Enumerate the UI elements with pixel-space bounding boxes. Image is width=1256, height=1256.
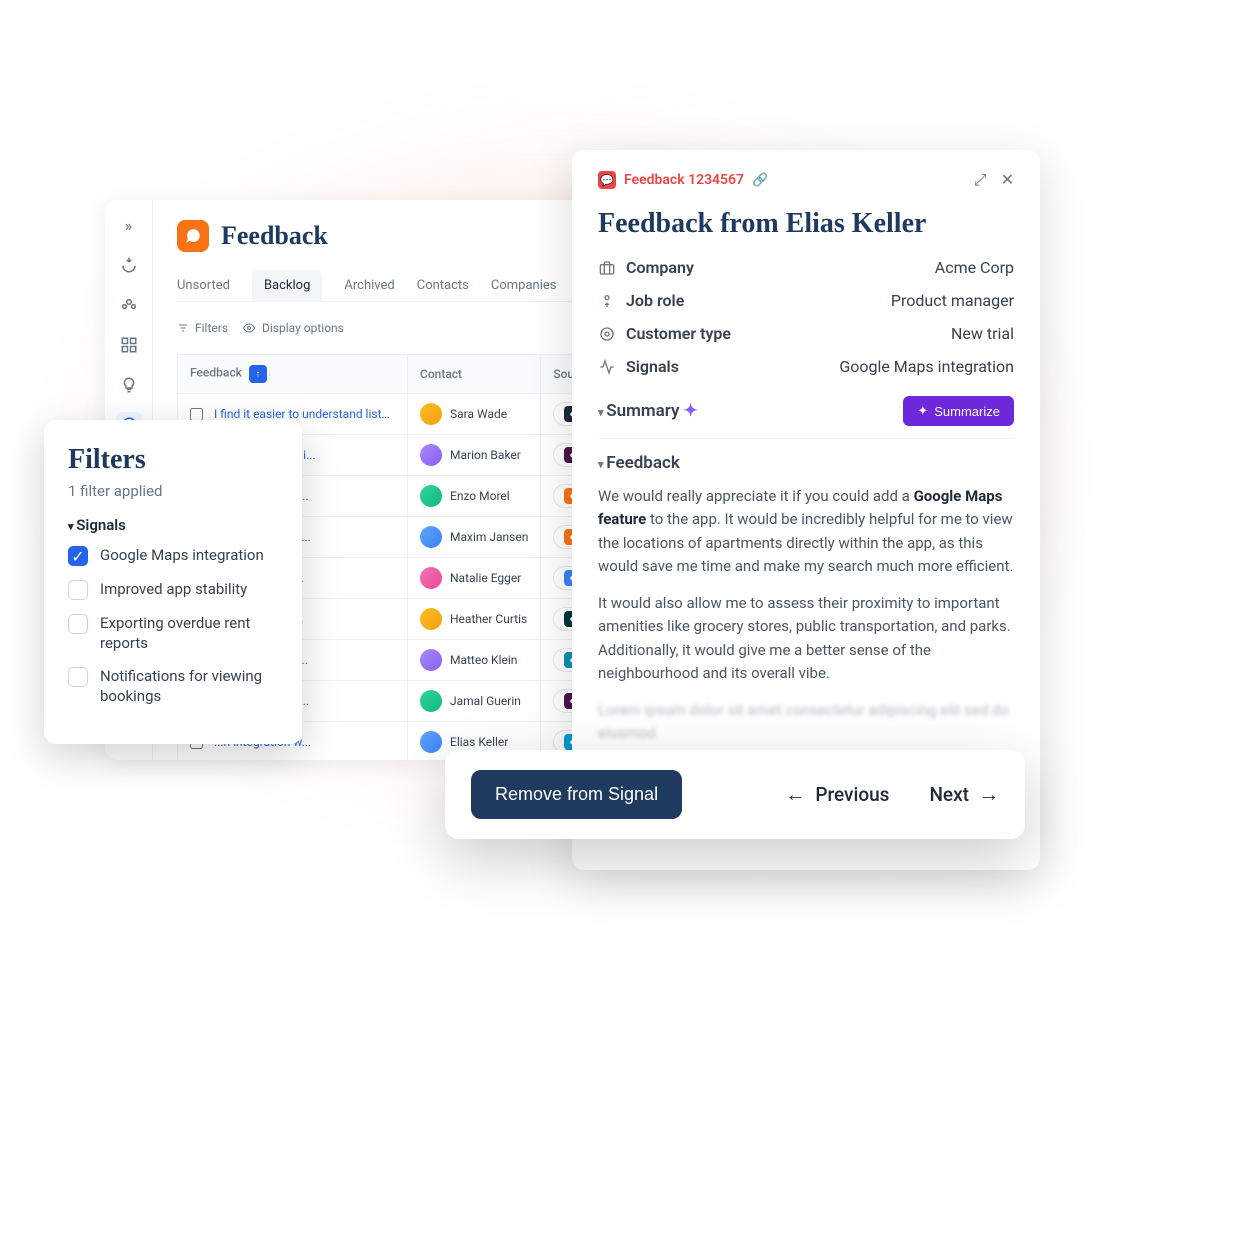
- filters-popup: Filters 1 filter applied Signals ✓ Google…: [44, 420, 302, 744]
- summary-section[interactable]: Summary✦: [598, 401, 698, 421]
- filter-item[interactable]: Exporting overdue rent reports: [68, 614, 278, 653]
- company-value: Acme Corp: [935, 258, 1014, 277]
- action-bar: Remove from Signal ← Previous Next →: [445, 750, 1025, 839]
- briefcase-icon: [598, 260, 616, 276]
- sort-desc-icon[interactable]: ↓: [267, 365, 273, 383]
- tab-archived[interactable]: Archived: [344, 270, 394, 301]
- summarize-button[interactable]: ✦Summarize: [903, 396, 1014, 426]
- signals-value: Google Maps integration: [839, 357, 1014, 376]
- filter-section-signals[interactable]: Signals: [68, 516, 278, 534]
- col-contact[interactable]: Contact: [408, 355, 541, 394]
- app-logo-icon: [177, 220, 209, 252]
- feedback-badge-icon: 💬: [598, 171, 616, 189]
- people-icon[interactable]: [116, 292, 142, 318]
- checkbox[interactable]: [68, 580, 88, 600]
- avatar: [420, 608, 442, 630]
- checkbox[interactable]: [68, 667, 88, 687]
- contact-name: Elias Keller: [450, 735, 508, 749]
- page-title: Feedback: [221, 221, 328, 251]
- col-feedback[interactable]: Feedback: [190, 366, 242, 380]
- idea-icon[interactable]: [116, 372, 142, 398]
- avatar: [420, 690, 442, 712]
- feedback-section[interactable]: Feedback: [598, 453, 1014, 473]
- feedback-badge[interactable]: 💬 Feedback 1234567 🔗: [598, 171, 768, 189]
- filter-label: Exporting overdue rent reports: [100, 614, 278, 653]
- person-icon: [598, 293, 616, 309]
- filter-item[interactable]: Notifications for viewing bookings: [68, 667, 278, 706]
- avatar: [420, 649, 442, 671]
- sort-asc-icon[interactable]: ↑: [249, 365, 267, 383]
- arrow-right-icon: →: [979, 782, 999, 807]
- collapse-icon[interactable]: »: [116, 212, 142, 238]
- remove-from-signal-button[interactable]: Remove from Signal: [471, 770, 682, 819]
- feedback-link[interactable]: I find it easier to understand listed in…: [214, 407, 408, 421]
- next-button[interactable]: Next →: [929, 782, 999, 807]
- display-options-button[interactable]: Display options: [242, 321, 344, 335]
- checkbox[interactable]: ✓: [68, 546, 88, 566]
- arrow-left-icon: ←: [785, 782, 805, 807]
- tab-unsorted[interactable]: Unsorted: [177, 270, 230, 301]
- filter-label: Notifications for viewing bookings: [100, 667, 278, 706]
- avatar: [420, 403, 442, 425]
- contact-name: Natalie Egger: [450, 571, 521, 585]
- contact-name: Sara Wade: [450, 407, 507, 421]
- link-icon[interactable]: 🔗: [752, 173, 768, 188]
- filter-label: Google Maps integration: [100, 546, 264, 566]
- avatar: [420, 444, 442, 466]
- feedback-body: We would really appreciate it if you cou…: [598, 485, 1014, 746]
- tab-backlog[interactable]: Backlog: [252, 270, 322, 302]
- filters-subtitle: 1 filter applied: [68, 482, 278, 500]
- tag-icon: [598, 326, 616, 342]
- detail-title: Feedback from Elias Keller: [598, 208, 1014, 240]
- role-value: Product manager: [891, 291, 1014, 310]
- activity-icon: [598, 359, 616, 375]
- filters-title: Filters: [68, 444, 278, 476]
- contact-name: Enzo Morel: [450, 489, 510, 503]
- contact-name: Matteo Klein: [450, 653, 517, 667]
- avatar: [420, 526, 442, 548]
- tab-companies[interactable]: Companies: [491, 270, 557, 301]
- expand-icon[interactable]: ⤢: [974, 170, 987, 190]
- filter-item[interactable]: Improved app stability: [68, 580, 278, 600]
- contact-name: Jamal Guerin: [450, 694, 521, 708]
- dashboard-icon[interactable]: [116, 252, 142, 278]
- tab-contacts[interactable]: Contacts: [417, 270, 469, 301]
- contact-name: Heather Curtis: [450, 612, 527, 626]
- filters-button[interactable]: Filters: [177, 321, 228, 335]
- customer-type-value: New trial: [951, 324, 1014, 343]
- checkbox[interactable]: [68, 614, 88, 634]
- close-icon[interactable]: ✕: [1001, 170, 1014, 190]
- grid-icon[interactable]: [116, 332, 142, 358]
- contact-name: Marion Baker: [450, 448, 521, 462]
- filter-item[interactable]: ✓ Google Maps integration: [68, 546, 278, 566]
- avatar: [420, 485, 442, 507]
- avatar: [420, 567, 442, 589]
- previous-button[interactable]: ← Previous: [785, 782, 889, 807]
- avatar: [420, 731, 442, 753]
- filter-label: Improved app stability: [100, 580, 247, 600]
- contact-name: Maxim Jansen: [450, 530, 528, 544]
